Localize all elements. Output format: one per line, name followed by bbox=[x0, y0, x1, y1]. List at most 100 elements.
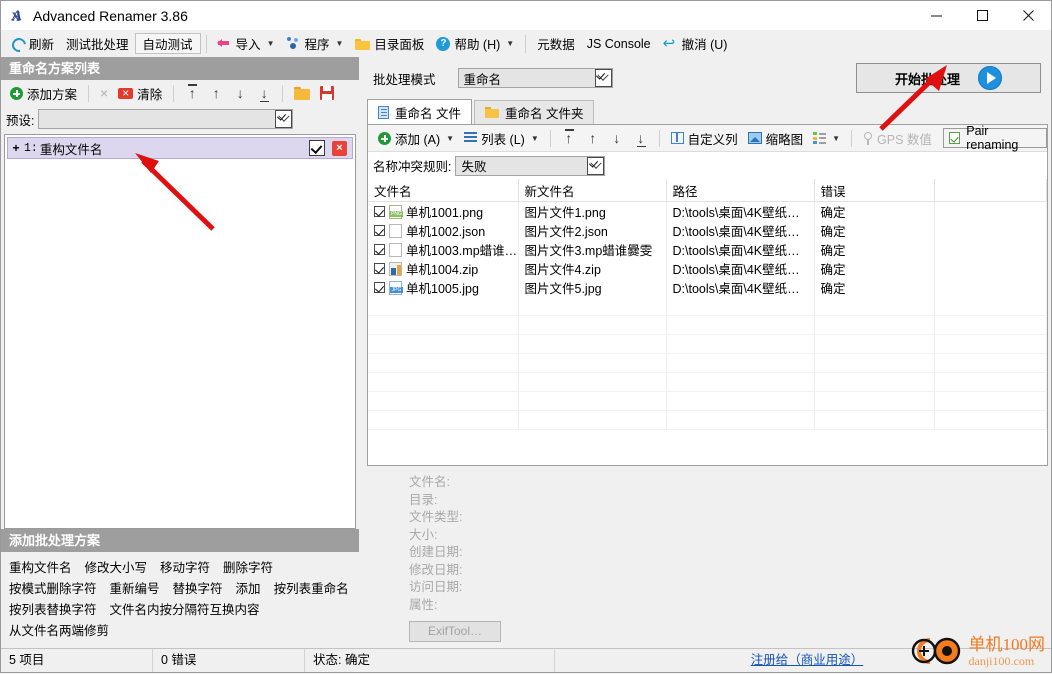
open-preset-button[interactable] bbox=[289, 85, 315, 102]
table-row-empty bbox=[368, 410, 1047, 430]
table-row-empty bbox=[368, 297, 1047, 316]
row-checkbox[interactable] bbox=[374, 225, 385, 236]
table-row[interactable]: 单机1002.json 图片文件2.json D:\tools\桌面\4K壁纸…… bbox=[368, 221, 1047, 240]
rename-method-list[interactable]: + 1: 重构文件名 × bbox=[4, 134, 356, 529]
close-button[interactable] bbox=[1005, 1, 1051, 30]
pair-renaming-toggle[interactable]: Pair renaming bbox=[942, 124, 1047, 152]
row-checkbox[interactable] bbox=[374, 206, 385, 217]
method-link-replace-by-list[interactable]: 按列表替换字符 bbox=[9, 603, 97, 617]
chevron-down-icon: ▼ bbox=[530, 133, 539, 143]
move-method-top-button[interactable]: ↑ bbox=[180, 83, 204, 103]
name-collision-combobox[interactable]: 失败 bbox=[455, 155, 606, 176]
table-row[interactable]: 单机1003.mp蜡谁… 图片文件3.mp蜡谁爨雯 D:\tools\桌面\4K… bbox=[368, 240, 1047, 259]
toolbar-js-console-label: JS Console bbox=[586, 36, 651, 51]
document-icon bbox=[378, 105, 389, 119]
arrow-to-bottom-icon: ↓ bbox=[257, 85, 271, 102]
clear-methods-button[interactable]: 清除 bbox=[113, 82, 167, 105]
table-row-empty bbox=[368, 372, 1047, 392]
chevron-down-icon bbox=[275, 110, 293, 128]
tab-rename-files[interactable]: 重命名 文件 bbox=[367, 99, 472, 124]
row-checkbox[interactable] bbox=[374, 282, 385, 293]
name-collision-row: 名称冲突规则: 失败 bbox=[368, 152, 1047, 179]
column-header-path[interactable]: 路径 bbox=[666, 179, 815, 202]
columns-icon bbox=[670, 132, 684, 144]
expand-plus-icon[interactable]: + bbox=[8, 141, 24, 155]
column-header-newfilename[interactable]: 新文件名 bbox=[518, 179, 667, 202]
method-link-remove-chars[interactable]: 删除字符 bbox=[223, 561, 273, 575]
toolbar-directory-panel-label: 目录面板 bbox=[374, 38, 425, 52]
status-item-count: 5 项目 bbox=[1, 649, 153, 672]
png-file-icon bbox=[389, 204, 403, 219]
save-preset-button[interactable] bbox=[315, 84, 339, 102]
custom-columns-button[interactable]: 自定义列 bbox=[666, 127, 743, 150]
cell-filename: 单机1003.mp蜡谁… bbox=[368, 240, 519, 259]
view-mode-button[interactable]: ▼ bbox=[808, 130, 845, 146]
column-header-error[interactable]: 错误 bbox=[814, 179, 935, 202]
column-header-extra[interactable] bbox=[934, 179, 1047, 202]
toolbar-metadata[interactable]: 元数据 bbox=[531, 33, 581, 54]
move-method-bottom-button[interactable]: ↓ bbox=[252, 83, 276, 103]
list-button[interactable]: 列表 (L) ▼ bbox=[459, 127, 544, 150]
toolbar-directory-panel[interactable]: 目录面板 bbox=[349, 33, 430, 54]
remove-method-button[interactable]: × bbox=[95, 85, 113, 102]
list-item[interactable]: + 1: 重构文件名 × bbox=[7, 137, 353, 159]
add-files-label: 添加 (A) bbox=[395, 132, 441, 147]
file-details-panel: 文件名: 目录: 文件类型: 大小: 创建日期: 修改日期: 访问日期: 属性:… bbox=[359, 466, 1051, 648]
toolbar-undo[interactable]: ↩ 撤消 (U) bbox=[657, 33, 734, 54]
start-batch-button[interactable]: 开始批处理 bbox=[856, 63, 1041, 93]
toolbar-refresh[interactable]: 刷新 bbox=[5, 33, 60, 54]
method-link-trim-ends[interactable]: 从文件名两端修剪 bbox=[9, 624, 109, 638]
batch-mode-value: 重命名 bbox=[463, 72, 502, 87]
method-link-remove-pattern[interactable]: 按模式删除字符 bbox=[9, 582, 97, 596]
scheme-enabled-checkbox[interactable] bbox=[309, 140, 325, 156]
move-method-down-button[interactable]: ↓ bbox=[228, 83, 252, 103]
move-file-down-button[interactable]: ↓ bbox=[605, 128, 629, 148]
move-file-bottom-button[interactable]: ↓ bbox=[629, 128, 653, 148]
batch-mode-combobox[interactable]: 重命名 bbox=[457, 68, 613, 88]
toolbar-help-label: 帮助 (H) bbox=[454, 38, 501, 52]
method-link-add[interactable]: 添加 bbox=[236, 582, 261, 596]
file-table-scroll[interactable]: 文件名 新文件名 路径 错误 单机1001.png 图片文件1.png bbox=[368, 179, 1047, 465]
column-header-filename[interactable]: 文件名 bbox=[368, 179, 519, 202]
table-row[interactable]: 单机1005.jpg 图片文件5.jpg D:\tools\桌面\4K壁纸… 确… bbox=[368, 278, 1047, 297]
toolbar-js-console[interactable]: JS Console bbox=[581, 33, 657, 54]
method-link-move-chars[interactable]: 移动字符 bbox=[160, 561, 210, 575]
plus-circle-icon bbox=[10, 86, 23, 100]
thumbnail-button[interactable]: 缩略图 bbox=[743, 127, 809, 150]
toolbar-import[interactable]: 导入 ▼ bbox=[212, 33, 281, 54]
method-link-replace-chars[interactable]: 替换字符 bbox=[173, 582, 223, 596]
table-row[interactable]: 单机1004.zip 图片文件4.zip D:\tools\桌面\4K壁纸… 确… bbox=[368, 259, 1047, 278]
method-link-change-case[interactable]: 修改大小写 bbox=[85, 561, 148, 575]
register-link[interactable]: 注册给（商业用途） bbox=[751, 653, 864, 667]
toolbar-help[interactable]: ? 帮助 (H) ▼ bbox=[430, 33, 520, 54]
detail-filetype: 文件类型: bbox=[409, 510, 463, 524]
add-method-button[interactable]: 添加方案 bbox=[5, 82, 82, 105]
minimize-button[interactable] bbox=[913, 1, 959, 30]
move-file-up-button[interactable]: ↑ bbox=[581, 128, 605, 148]
method-link-rename-by-list[interactable]: 按列表重命名 bbox=[274, 582, 349, 596]
method-link-row: 按列表替换字符 文件名内按分隔符互换内容 bbox=[9, 600, 351, 621]
tab-rename-folders[interactable]: 重命名 文件夹 bbox=[473, 100, 595, 124]
delete-scheme-button[interactable]: × bbox=[332, 140, 347, 156]
method-link-swap-by-separator[interactable]: 文件名内按分隔符互换内容 bbox=[110, 603, 260, 617]
maximize-button[interactable] bbox=[959, 1, 1005, 30]
table-row-empty bbox=[368, 391, 1047, 411]
watermark-line2: danji100.com bbox=[968, 653, 1035, 668]
exiftool-button[interactable]: ExifTool… bbox=[409, 621, 501, 642]
toolbar-auto-test[interactable]: 自动测试 bbox=[134, 33, 201, 54]
toolbar-test-batch[interactable]: 测试批处理 bbox=[60, 33, 135, 54]
method-link-rebuild-filename[interactable]: 重构文件名 bbox=[9, 561, 72, 575]
toolbar-program[interactable]: 程序 ▼ bbox=[280, 33, 349, 54]
toolbar-separator bbox=[549, 129, 551, 147]
method-link-renumber[interactable]: 重新编号 bbox=[110, 582, 160, 596]
row-checkbox[interactable] bbox=[374, 244, 385, 255]
arrow-to-top-icon: ↑ bbox=[185, 84, 199, 101]
application-window: XA Advanced Renamer 3.86 刷新 测试批处理 自动测试 导… bbox=[0, 0, 1052, 673]
name-collision-label: 名称冲突规则: bbox=[373, 160, 452, 174]
table-row[interactable]: 单机1001.png 图片文件1.png D:\tools\桌面\4K壁纸… 确… bbox=[368, 201, 1047, 221]
add-files-button[interactable]: 添加 (A) ▼ bbox=[373, 127, 459, 150]
preset-combobox[interactable] bbox=[38, 109, 294, 129]
move-file-top-button[interactable]: ↑ bbox=[557, 128, 581, 148]
row-checkbox[interactable] bbox=[374, 263, 385, 274]
move-method-up-button[interactable]: ↑ bbox=[204, 83, 228, 103]
